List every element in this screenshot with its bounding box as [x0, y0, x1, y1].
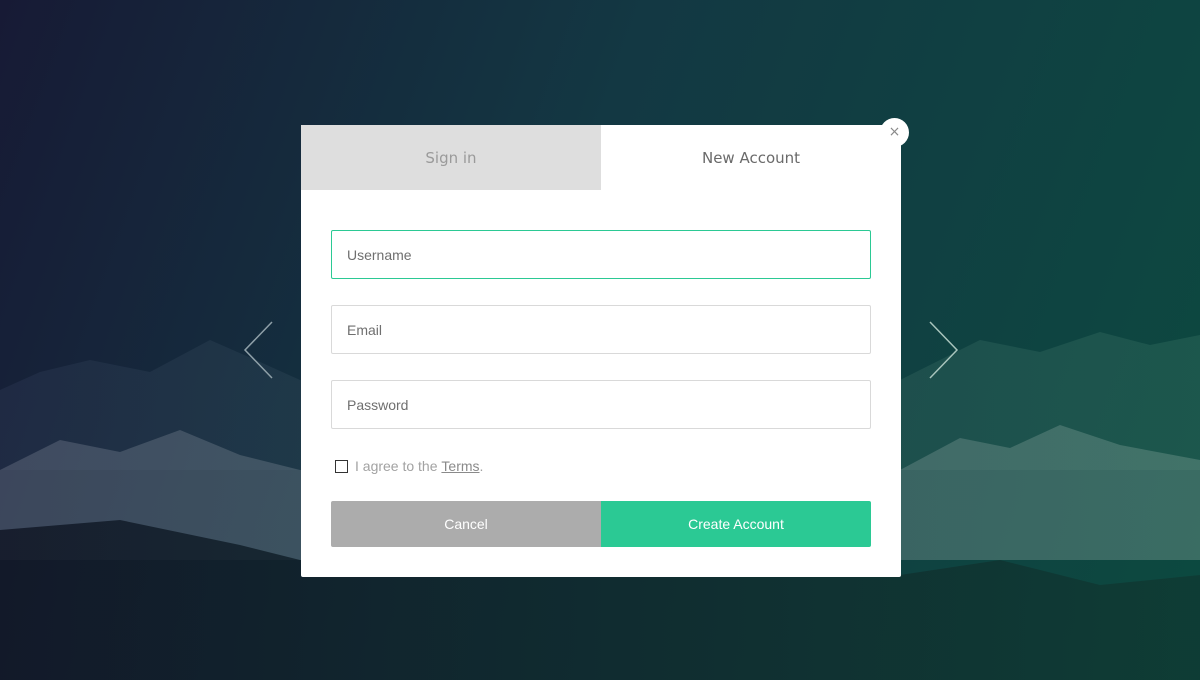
username-input[interactable]: [331, 230, 871, 279]
chevron-right-icon: [929, 321, 959, 379]
account-modal: Sign in New Account I agree to the Terms…: [301, 125, 901, 577]
create-account-button[interactable]: Create Account: [601, 501, 871, 547]
modal-tabs: Sign in New Account: [301, 125, 901, 190]
agree-label: I agree to the: [355, 458, 442, 474]
close-icon: ×: [888, 124, 901, 140]
close-modal-button[interactable]: ×: [880, 118, 909, 147]
password-input[interactable]: [331, 380, 871, 429]
terms-checkbox[interactable]: [335, 459, 348, 473]
terms-agreement: I agree to the Terms .: [335, 458, 483, 474]
terms-link[interactable]: Terms: [441, 458, 479, 474]
email-input[interactable]: [331, 305, 871, 354]
next-slide-button[interactable]: [922, 318, 962, 384]
tab-new-account[interactable]: New Account: [601, 125, 901, 190]
agree-suffix: .: [479, 458, 484, 474]
chevron-left-icon: [243, 321, 273, 379]
cancel-button[interactable]: Cancel: [331, 501, 601, 547]
tab-sign-in[interactable]: Sign in: [301, 125, 601, 190]
prev-slide-button[interactable]: [240, 318, 280, 384]
